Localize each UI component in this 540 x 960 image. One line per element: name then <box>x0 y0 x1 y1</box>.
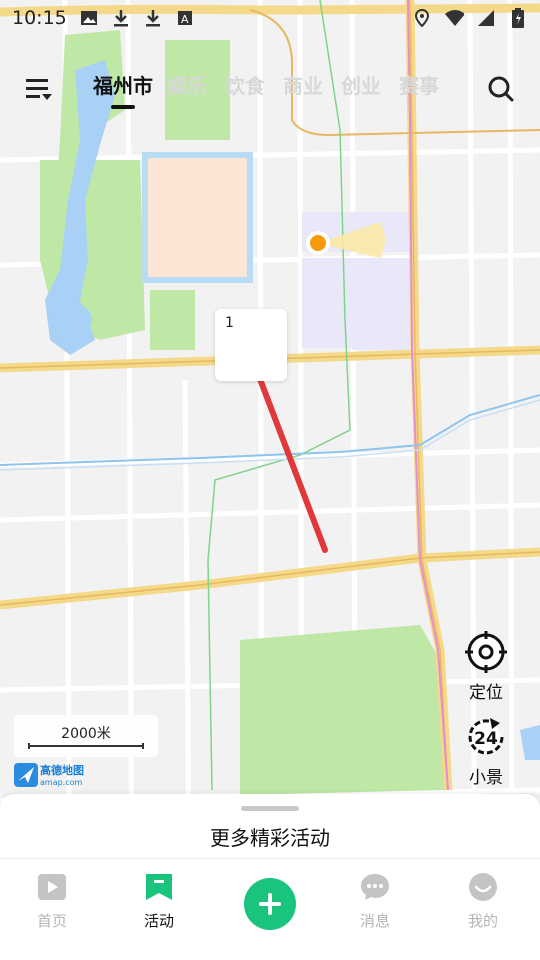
bottom-sheet[interactable]: 更多精彩活动 首页 活动 消息 我的 <box>0 794 540 960</box>
category-bar: 福州市 娱乐 饮食 商业 创业 赛事 <box>0 60 540 116</box>
tab-fuzhou[interactable]: 福州市 <box>88 70 158 109</box>
amap-logo-icon <box>14 762 38 787</box>
chat-icon <box>361 874 389 900</box>
rotate-24-icon: 24 <box>468 718 504 755</box>
location-dot <box>310 235 326 251</box>
wifi-icon <box>444 8 464 28</box>
download-icon <box>111 8 131 28</box>
smile-icon <box>469 873 497 901</box>
nav-messages[interactable]: 消息 <box>335 872 415 931</box>
download-icon <box>143 8 163 28</box>
tab-startup[interactable]: 创业 <box>332 70 390 109</box>
map-marker-popup[interactable]: 1 <box>215 309 287 381</box>
nav-messages-label: 消息 <box>359 912 390 930</box>
logo-url: amap.com <box>40 778 83 787</box>
scale-bar <box>28 743 144 749</box>
category-tabs: 福州市 娱乐 饮食 商业 创业 赛事 <box>88 70 448 109</box>
nav-home[interactable]: 首页 <box>12 872 92 931</box>
locate-button[interactable]: 定位 <box>456 630 516 703</box>
tab-food[interactable]: 饮食 <box>216 70 274 109</box>
tab-business[interactable]: 商业 <box>274 70 332 109</box>
menu-icon[interactable] <box>24 74 54 104</box>
nav-me[interactable]: 我的 <box>443 872 523 931</box>
tab-events[interactable]: 赛事 <box>390 70 448 109</box>
scene-label: 小景 <box>469 768 503 788</box>
font-icon: A <box>175 8 195 28</box>
status-time: 10:15 <box>12 7 67 29</box>
battery-icon <box>508 8 528 28</box>
status-bar: 10:15 A <box>0 0 540 36</box>
signal-icon <box>476 8 496 28</box>
nav-activity-label: 活动 <box>143 912 174 930</box>
search-icon[interactable] <box>486 74 514 102</box>
locate-label: 定位 <box>469 683 503 703</box>
svg-text:A: A <box>181 13 189 26</box>
scale-label: 2000米 <box>61 726 111 742</box>
tab-entertainment[interactable]: 娱乐 <box>158 70 216 109</box>
sheet-title[interactable]: 更多精彩活动 <box>0 822 540 851</box>
map-scale: 2000米 <box>14 715 158 757</box>
scene-button[interactable]: 24 小景 <box>456 715 516 788</box>
add-button[interactable] <box>244 878 296 930</box>
nav-activity[interactable]: 活动 <box>119 872 199 931</box>
logo-text: 高德地图 <box>40 764 84 777</box>
svg-text:24: 24 <box>474 729 498 749</box>
bottom-nav: 首页 活动 消息 我的 <box>0 860 540 960</box>
bookmark-icon <box>146 874 172 900</box>
sheet-handle[interactable] <box>241 806 299 811</box>
image-icon <box>79 8 99 28</box>
location-pin-icon <box>412 8 432 28</box>
nav-me-label: 我的 <box>467 912 498 930</box>
amap-logo: 高德地图 amap.com <box>14 762 84 787</box>
divider <box>0 858 540 859</box>
nav-home-label: 首页 <box>36 912 67 930</box>
plus-icon <box>259 893 281 915</box>
marker-count: 1 <box>225 315 234 331</box>
target-icon <box>465 631 507 673</box>
video-icon <box>38 874 66 900</box>
